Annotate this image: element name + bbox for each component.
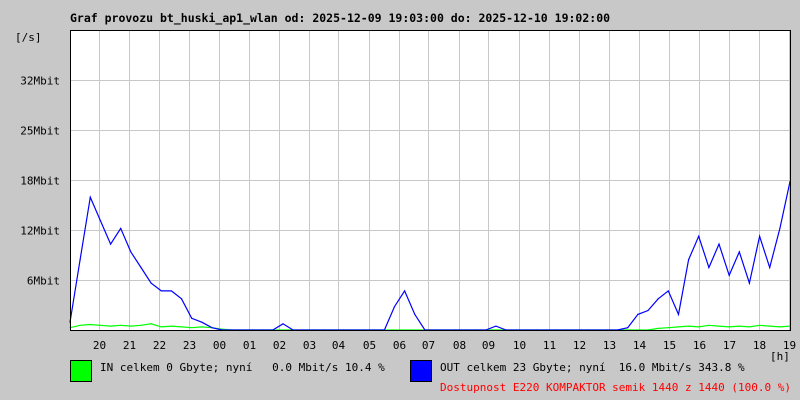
in-legend-swatch [70, 360, 92, 382]
data-point [769, 325, 771, 327]
data-point [738, 251, 740, 253]
data-point [211, 327, 213, 329]
x-tick-label: 02 [273, 339, 286, 352]
data-point [647, 309, 649, 312]
data-point [79, 259, 81, 261]
data-point [779, 326, 781, 328]
data-point [758, 235, 761, 237]
x-tick-label: 09 [482, 339, 495, 352]
data-point [728, 326, 730, 328]
data-point [779, 227, 781, 230]
data-point [667, 290, 669, 292]
data-point [687, 259, 690, 261]
out-legend-text: OUT celkem 23 Gbyte; nyní 16.0 Mbit/s 34… [440, 361, 745, 374]
data-point [201, 326, 203, 328]
traffic-chart: 20 21 22 23 00 01 02 03 04 05 06 07 08 09 10 11 12 13 14 15… [20, 30, 796, 352]
x-tick-label: 03 [303, 339, 316, 352]
data-point [109, 325, 112, 327]
data-point [769, 266, 771, 269]
data-point [150, 282, 152, 284]
data-point [180, 326, 183, 328]
data-point [150, 323, 152, 325]
data-point [99, 220, 102, 222]
data-point [282, 323, 284, 325]
data-point [160, 326, 162, 328]
data-point [99, 324, 102, 326]
data-point [170, 290, 173, 292]
data-point [495, 325, 497, 327]
x-tick-label: 01 [243, 339, 256, 352]
y-tick-label: 12Mbit [20, 225, 60, 238]
x-tick-label: 10 [513, 339, 526, 352]
data-point [687, 325, 690, 327]
x-tick-label: 05 [363, 339, 376, 352]
data-point [170, 325, 173, 327]
x-tick-label: 18 [753, 339, 766, 352]
data-point [718, 325, 720, 327]
data-point [748, 326, 751, 328]
x-tick-label: 13 [603, 339, 616, 352]
data-point [201, 321, 203, 323]
data-point [130, 325, 132, 327]
y-tick-label: 32Mbit [20, 75, 60, 88]
y-tick-label: 6Mbit [27, 275, 60, 288]
x-tick-label: 14 [633, 339, 647, 352]
x-tick-label: 06 [393, 339, 406, 352]
data-point [708, 266, 710, 269]
data-point [698, 235, 700, 237]
x-tick-label: 04 [332, 339, 346, 352]
data-point [414, 313, 416, 315]
x-tick-label: 17 [723, 339, 736, 352]
data-point [758, 324, 761, 326]
data-point [698, 326, 700, 328]
data-point [393, 305, 396, 308]
x-tick-label: 21 [123, 339, 136, 352]
data-point [677, 326, 680, 328]
out-legend-swatch [410, 360, 432, 382]
data-point [748, 282, 751, 284]
data-point [140, 324, 142, 326]
data-point [89, 196, 91, 198]
x-tick-label: 12 [573, 339, 586, 352]
data-point [180, 298, 183, 300]
data-point [667, 327, 669, 329]
x-tick-label: 15 [663, 339, 676, 352]
data-point [160, 290, 162, 292]
data-point [89, 323, 91, 326]
data-point [657, 298, 659, 300]
data-point [718, 243, 720, 245]
y-tick-label: 25Mbit [20, 125, 60, 138]
data-point [191, 327, 193, 329]
data-point [120, 227, 122, 230]
data-point [130, 251, 132, 253]
x-tick-label: 16 [693, 339, 706, 352]
x-tick-label: 19 [783, 339, 796, 352]
data-point [120, 324, 122, 326]
data-point [657, 327, 659, 330]
data-point [627, 327, 629, 329]
x-tick-label: 07 [422, 339, 435, 352]
x-tick-label: 22 [153, 339, 166, 352]
data-point [191, 317, 193, 319]
data-point [404, 290, 406, 292]
x-tick-label: 23 [183, 339, 196, 352]
data-point [677, 313, 680, 315]
data-point [637, 313, 639, 315]
in-legend-text: IN celkem 0 Gbyte; nyní 0.0 Mbit/s 10.4 … [100, 361, 385, 374]
availability-text: Dostupnost E220 KOMPAKTOR semik 1440 z 1… [440, 381, 791, 394]
x-tick-label: 11 [543, 339, 556, 352]
data-point [140, 266, 142, 269]
data-point [738, 325, 740, 327]
data-point [79, 324, 81, 326]
x-tick-label: 08 [453, 339, 466, 352]
data-point [109, 243, 112, 245]
x-tick-label: 20 [93, 339, 106, 352]
y-tick-label: 18Mbit [20, 175, 60, 188]
x-tick-label: 00 [213, 339, 226, 352]
data-point [708, 324, 710, 326]
data-point [728, 274, 730, 276]
